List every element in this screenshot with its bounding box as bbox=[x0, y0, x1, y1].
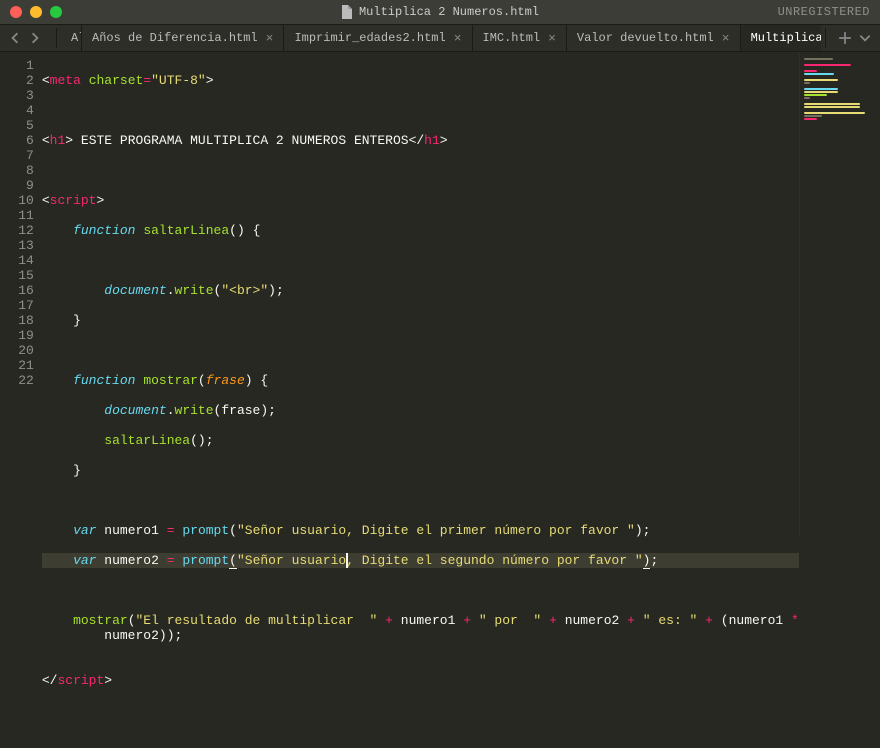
close-icon[interactable]: × bbox=[548, 31, 556, 46]
tab-imprimir-edades[interactable]: Imprimir_edades2.html × bbox=[284, 25, 472, 51]
tab-label: Multiplica 2 Numeros.html bbox=[751, 31, 821, 45]
tab-overflow[interactable]: Al bbox=[61, 25, 82, 51]
tab-valor-devuelto[interactable]: Valor devuelto.html × bbox=[567, 25, 741, 51]
toolbar-divider bbox=[825, 28, 826, 48]
code-content[interactable]: <meta charset="UTF-8"> <h1> ESTE PROGRAM… bbox=[42, 52, 799, 538]
close-window-button[interactable] bbox=[10, 6, 22, 18]
minimap[interactable] bbox=[799, 52, 880, 538]
title-bar: Multiplica 2 Numeros.html UNREGISTERED bbox=[0, 0, 880, 24]
tab-anos-diferencia[interactable]: Años de Diferencia.html × bbox=[82, 25, 284, 51]
minimize-window-button[interactable] bbox=[30, 6, 42, 18]
new-tab-button[interactable] bbox=[836, 29, 854, 47]
file-icon bbox=[341, 5, 353, 19]
tab-toolbar: Al Años de Diferencia.html × Imprimir_ed… bbox=[0, 24, 880, 52]
toolbar-divider bbox=[56, 28, 57, 48]
tab-menu-button[interactable] bbox=[856, 29, 874, 47]
close-icon[interactable]: × bbox=[266, 31, 274, 46]
nav-back-button[interactable] bbox=[6, 29, 24, 47]
tab-label: IMC.html bbox=[483, 31, 541, 45]
editor-area: 123456789101112131415 16 17 18 19 202122… bbox=[0, 52, 880, 538]
line-numbers: 123456789101112131415 16 17 18 19 202122 bbox=[4, 52, 42, 538]
close-icon[interactable]: × bbox=[454, 31, 462, 46]
tab-label: Años de Diferencia.html bbox=[92, 31, 258, 45]
history-nav bbox=[6, 29, 44, 47]
tab-bar: Al Años de Diferencia.html × Imprimir_ed… bbox=[61, 25, 821, 51]
tab-label: Valor devuelto.html bbox=[577, 31, 714, 45]
close-icon[interactable]: × bbox=[722, 31, 730, 46]
unregistered-label: UNREGISTERED bbox=[778, 5, 870, 19]
window-title-text: Multiplica 2 Numeros.html bbox=[359, 5, 539, 19]
window-title: Multiplica 2 Numeros.html bbox=[0, 5, 880, 19]
tab-actions bbox=[830, 29, 880, 47]
zoom-window-button[interactable] bbox=[50, 6, 62, 18]
tab-imc[interactable]: IMC.html × bbox=[473, 25, 567, 51]
window-controls bbox=[10, 6, 62, 18]
tab-multiplica[interactable]: Multiplica 2 Numeros.html bbox=[741, 25, 821, 51]
tab-label: Al bbox=[71, 31, 82, 45]
nav-forward-button[interactable] bbox=[26, 29, 44, 47]
tab-label: Imprimir_edades2.html bbox=[294, 31, 445, 45]
